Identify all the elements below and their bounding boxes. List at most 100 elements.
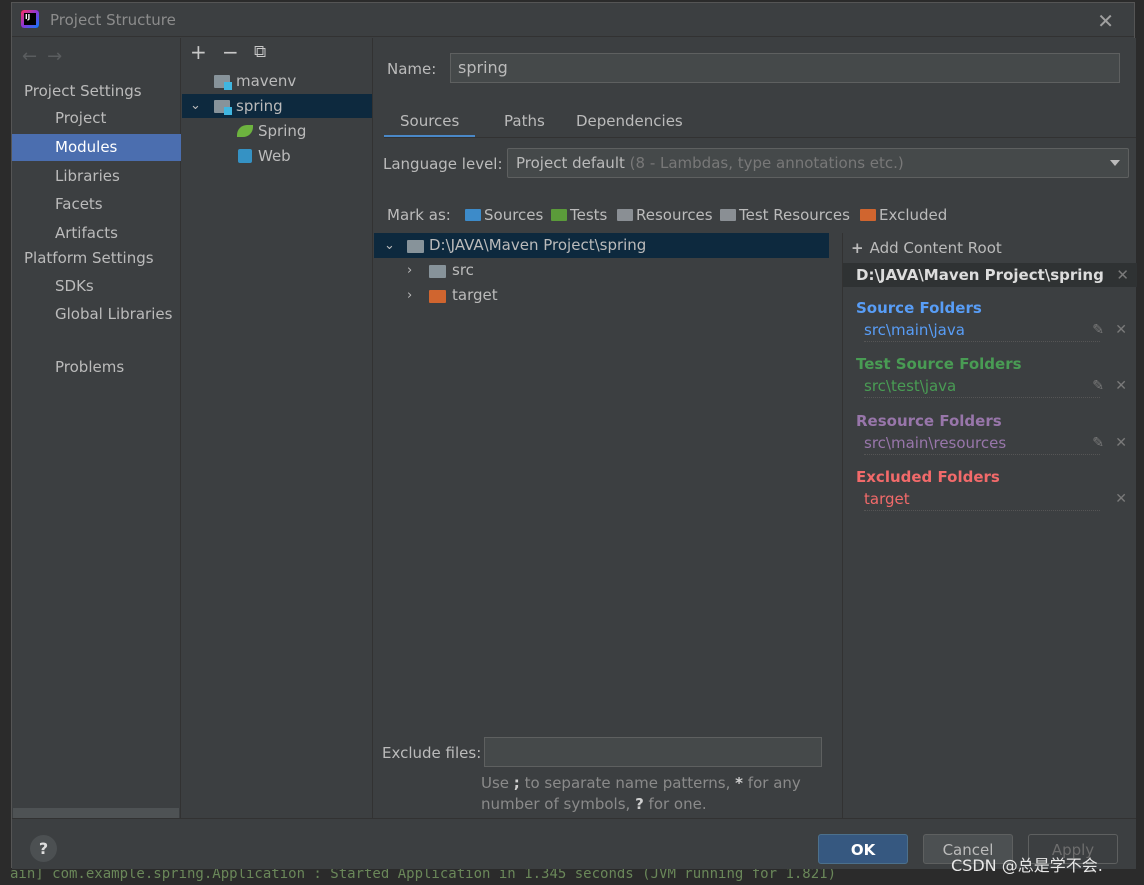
test-resources-folder-icon [720,209,736,221]
content-root-node[interactable]: ⌄ D:\JAVA\Maven Project\spring [374,233,829,258]
delete-icon[interactable]: ✕ [1115,435,1127,451]
edit-icon[interactable]: ✎ [1092,435,1104,451]
sidebar-item-artifacts[interactable]: Artifacts [12,220,181,247]
mark-tests-label: Tests [570,206,608,224]
tree-node-src[interactable]: › src [374,258,829,283]
name-field[interactable]: spring [450,53,1120,83]
excluded-folder-icon [429,290,446,303]
folder-path-text: src\test\java [864,377,959,395]
ok-button[interactable]: OK [818,834,908,864]
back-arrow-icon[interactable]: ← [22,46,47,67]
module-folder-icon [214,100,232,115]
help-button[interactable]: ? [30,835,57,862]
watermark: CSDN @总是学不会. [951,856,1103,875]
tab-paths[interactable]: Paths [488,106,561,138]
resource-folder-path[interactable]: src\main\resources [864,434,1100,455]
chevron-down-icon[interactable]: ⌄ [190,94,201,118]
exclude-files-hint: Use ; to separate name patterns, * for a… [481,773,811,815]
copy-icon[interactable]: ⧉ [254,42,266,62]
sidebar-item-sdks[interactable]: SDKs [12,273,181,300]
mark-resources-label: Resources [636,206,713,224]
content-root-path: D:\JAVA\Maven Project\spring ✕ [843,263,1137,287]
close-icon[interactable]: ✕ [1097,9,1114,33]
hint-symbol: ? [635,795,644,813]
tab-dependencies[interactable]: Dependencies [560,106,699,138]
folder-path-text: src\main\resources [864,434,1009,452]
tree-item-label: spring [236,97,283,115]
dropdown-arrow-icon [1110,160,1120,166]
test-source-folders-title: Test Source Folders [856,355,1022,373]
mark-resources-button[interactable]: Resources [617,206,713,224]
forward-arrow-icon[interactable]: → [47,46,72,67]
chevron-down-icon[interactable]: ⌄ [384,233,395,258]
content-root-label: D:\JAVA\Maven Project\spring [429,236,647,254]
tests-folder-icon [551,209,567,221]
remove-root-icon[interactable]: ✕ [1116,263,1129,287]
add-content-root-button[interactable]: + Add Content Root [851,239,1002,257]
dialog-title: Project Structure [50,11,176,29]
folder-icon [429,265,446,278]
modules-panel: + − ⧉ mavenv ⌄ spring Spring Web [182,38,373,818]
tree-item-spring-facet[interactable]: Spring [182,119,372,143]
nav-arrows: ←→ [22,46,72,67]
sidebar-scrollbar[interactable] [13,808,179,818]
tree-item-mavenv[interactable]: mavenv [182,69,372,93]
chevron-right-icon[interactable]: › [407,258,412,283]
sidebar-item-modules[interactable]: Modules [12,134,181,161]
tree-item-label: Web [258,147,291,165]
tree-item-spring[interactable]: ⌄ spring [182,94,372,118]
edit-icon[interactable]: ✎ [1092,378,1104,394]
tab-sources[interactable]: Sources [384,106,476,138]
module-details: Name: spring Sources Paths Dependencies … [374,38,1137,818]
mark-test-resources-button[interactable]: Test Resources [720,206,850,224]
tree-node-label: target [452,286,498,304]
language-level-select[interactable]: Project default (8 - Lambdas, type annot… [507,148,1129,178]
folder-path-text: src\main\java [864,321,967,339]
folder-path-text: target [864,490,912,508]
add-icon[interactable]: + [190,40,207,64]
tree-item-web-facet[interactable]: Web [182,144,372,168]
mark-sources-button[interactable]: Sources [465,206,543,224]
chevron-right-icon[interactable]: › [407,283,412,308]
excluded-folders-title: Excluded Folders [856,468,1000,486]
hint-text: for one. [643,795,707,813]
exclude-files-input[interactable] [484,737,822,767]
intellij-logo-icon: IJ [21,10,39,28]
section-project-settings: Project Settings [24,82,142,100]
excluded-folder-icon [860,209,876,221]
delete-icon[interactable]: ✕ [1115,491,1127,507]
resources-folder-icon [617,209,633,221]
delete-icon[interactable]: ✕ [1115,322,1127,338]
edit-icon[interactable]: ✎ [1092,322,1104,338]
spring-leaf-icon [237,125,253,137]
mark-excluded-label: Excluded [879,206,948,224]
mark-tests-button[interactable]: Tests [551,206,607,224]
language-level-hint: (8 - Lambdas, type annotations etc.) [629,154,904,172]
sidebar-item-problems[interactable]: Problems [12,354,181,381]
remove-icon[interactable]: − [222,40,239,64]
content-roots-panel: + Add Content Root D:\JAVA\Maven Project\… [842,233,1137,818]
source-folders-title: Source Folders [856,299,982,317]
sidebar-item-libraries[interactable]: Libraries [12,163,181,190]
add-content-root-label: Add Content Root [869,239,1002,257]
mark-excluded-button[interactable]: Excluded [860,206,947,224]
sidebar-item-facets[interactable]: Facets [12,191,181,218]
language-level-value: Project default [516,154,625,172]
sidebar-item-global-libraries[interactable]: Global Libraries [12,301,181,328]
tree-item-label: mavenv [236,72,297,90]
tree-node-target[interactable]: › target [374,283,829,308]
section-platform-settings: Platform Settings [24,249,154,267]
project-structure-dialog: IJ Project Structure ✕ ←→ Project Settin… [11,2,1137,869]
source-folder-path[interactable]: src\main\java [864,321,1100,342]
mark-sources-label: Sources [484,206,544,224]
resource-folders-title: Resource Folders [856,412,1002,430]
test-source-folder-path[interactable]: src\test\java [864,377,1100,398]
sources-folder-icon [465,209,481,221]
root-path-label: D:\JAVA\Maven Project\spring [856,266,1104,284]
excluded-folder-path[interactable]: target [864,490,1100,511]
web-icon [238,149,252,163]
delete-icon[interactable]: ✕ [1115,378,1127,394]
hint-text: to separate name patterns, [519,774,736,792]
sidebar-item-project[interactable]: Project [12,105,181,132]
content-root-tree: ⌄ D:\JAVA\Maven Project\spring › src › t… [374,233,829,733]
